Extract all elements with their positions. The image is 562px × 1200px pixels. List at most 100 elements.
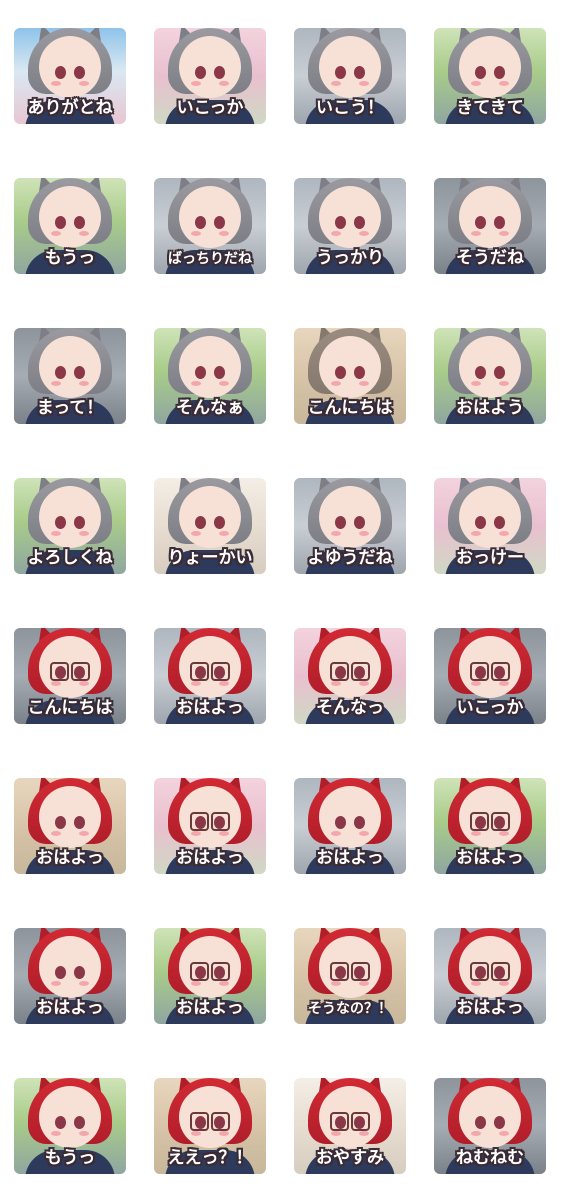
- character-face: [179, 486, 241, 548]
- character-eye-r: [494, 66, 505, 79]
- character-blush-r: [79, 981, 89, 986]
- character-eye-l: [335, 516, 346, 529]
- character-blush-l: [331, 1131, 341, 1136]
- character-eye-l: [475, 516, 486, 529]
- sticker-item[interactable]: おはよっ: [294, 778, 406, 874]
- sticker-item[interactable]: おはよっ: [154, 928, 266, 1024]
- sticker-item[interactable]: いこっか: [434, 628, 546, 724]
- sticker-caption: おはよっ: [176, 998, 244, 1018]
- sticker-item[interactable]: もうっ: [14, 178, 126, 274]
- character-face: [179, 336, 241, 398]
- character-eye-r: [214, 66, 225, 79]
- character-blush-l: [331, 381, 341, 386]
- character-blush-l: [471, 681, 481, 686]
- sticker-item[interactable]: こんにちは: [294, 328, 406, 424]
- character-eye-r: [354, 516, 365, 529]
- sticker-caption: いこっか: [456, 698, 524, 718]
- character-blush-r: [499, 81, 509, 86]
- sticker-item[interactable]: おっけー: [434, 478, 546, 574]
- sticker-item[interactable]: おはよっ: [434, 778, 546, 874]
- character-face: [39, 336, 101, 398]
- sticker-caption: うっかり: [316, 248, 384, 268]
- character-eye-r: [74, 816, 85, 829]
- sticker-item[interactable]: こんにちは: [14, 628, 126, 724]
- sticker-item[interactable]: おはよっ: [14, 778, 126, 874]
- sticker-caption: きてきて: [456, 98, 524, 118]
- sticker-item[interactable]: そんなっ: [294, 628, 406, 724]
- sticker-caption: おはよっ: [456, 848, 524, 868]
- character-blush-l: [191, 831, 201, 836]
- character-face: [319, 486, 381, 548]
- character-face: [319, 336, 381, 398]
- character-eye-l: [475, 216, 486, 229]
- character-eye-r: [494, 366, 505, 379]
- character-blush-r: [79, 681, 89, 686]
- sticker-item[interactable]: おはよっ: [154, 628, 266, 724]
- character-eye-l: [55, 216, 66, 229]
- sticker-item[interactable]: うっかり: [294, 178, 406, 274]
- glasses-icon: [330, 962, 370, 981]
- character-eye-r: [74, 516, 85, 529]
- character-blush-r: [79, 831, 89, 836]
- glasses-icon: [190, 1112, 230, 1131]
- sticker-item[interactable]: おはよっ: [14, 928, 126, 1024]
- sticker-item[interactable]: まって！: [14, 328, 126, 424]
- sticker-caption: おはよっ: [316, 848, 384, 868]
- sticker-item[interactable]: そうだね: [434, 178, 546, 274]
- character-eye-r: [354, 816, 365, 829]
- sticker-caption: おはよっ: [176, 698, 244, 718]
- sticker-item[interactable]: りょーかい: [154, 478, 266, 574]
- character-blush-l: [191, 681, 201, 686]
- sticker-caption: ありがとね: [27, 98, 113, 118]
- character-eye-l: [475, 366, 486, 379]
- character-blush-r: [359, 681, 369, 686]
- character-blush-r: [219, 681, 229, 686]
- glasses-icon: [190, 812, 230, 831]
- sticker-item[interactable]: いこう！: [294, 28, 406, 124]
- sticker-item[interactable]: おはよっ: [154, 778, 266, 874]
- sticker-item[interactable]: いこっか: [154, 28, 266, 124]
- character-blush-l: [331, 231, 341, 236]
- character-blush-l: [191, 381, 201, 386]
- sticker-item[interactable]: きてきて: [434, 28, 546, 124]
- character-blush-r: [499, 231, 509, 236]
- glasses-icon: [330, 1112, 370, 1131]
- sticker-caption: そんなっ: [316, 698, 384, 718]
- sticker-item[interactable]: よろしくね: [14, 478, 126, 574]
- character-blush-r: [359, 1131, 369, 1136]
- character-face: [39, 486, 101, 548]
- character-blush-l: [51, 681, 61, 686]
- character-face: [179, 36, 241, 98]
- character-face: [319, 786, 381, 848]
- character-eye-r: [494, 516, 505, 529]
- sticker-item[interactable]: ええっ？！: [154, 1078, 266, 1174]
- sticker-caption: こんにちは: [307, 398, 393, 418]
- sticker-item[interactable]: おやすみ: [294, 1078, 406, 1174]
- glasses-icon: [330, 662, 370, 681]
- sticker-caption: おはよっ: [176, 848, 244, 868]
- sticker-item[interactable]: よゆうだね: [294, 478, 406, 574]
- character-blush-r: [359, 981, 369, 986]
- sticker-item[interactable]: そうなの？！: [294, 928, 406, 1024]
- character-eye-l: [195, 66, 206, 79]
- sticker-caption: おはよっ: [36, 998, 104, 1018]
- sticker-item[interactable]: おはよっ: [434, 928, 546, 1024]
- character-blush-l: [51, 231, 61, 236]
- character-blush-l: [471, 981, 481, 986]
- character-blush-l: [51, 981, 61, 986]
- character-blush-r: [79, 381, 89, 386]
- character-face: [319, 186, 381, 248]
- sticker-item[interactable]: そんなぁ: [154, 328, 266, 424]
- character-face: [39, 786, 101, 848]
- sticker-grid: ありがとね いこっか いこう！ きてきて もうっ ばっちりだね うっかり そうだね まって！ そん…: [0, 0, 562, 1200]
- sticker-item[interactable]: ありがとね: [14, 28, 126, 124]
- character-face: [459, 1086, 521, 1148]
- sticker-item[interactable]: おはよう: [434, 328, 546, 424]
- sticker-caption: まって！: [36, 398, 104, 418]
- character-eye-l: [55, 516, 66, 529]
- sticker-item[interactable]: もうっ: [14, 1078, 126, 1174]
- character-face: [459, 336, 521, 398]
- sticker-caption: いこっか: [176, 98, 244, 118]
- sticker-item[interactable]: ばっちりだね: [154, 178, 266, 274]
- sticker-item[interactable]: ねむねむ: [434, 1078, 546, 1174]
